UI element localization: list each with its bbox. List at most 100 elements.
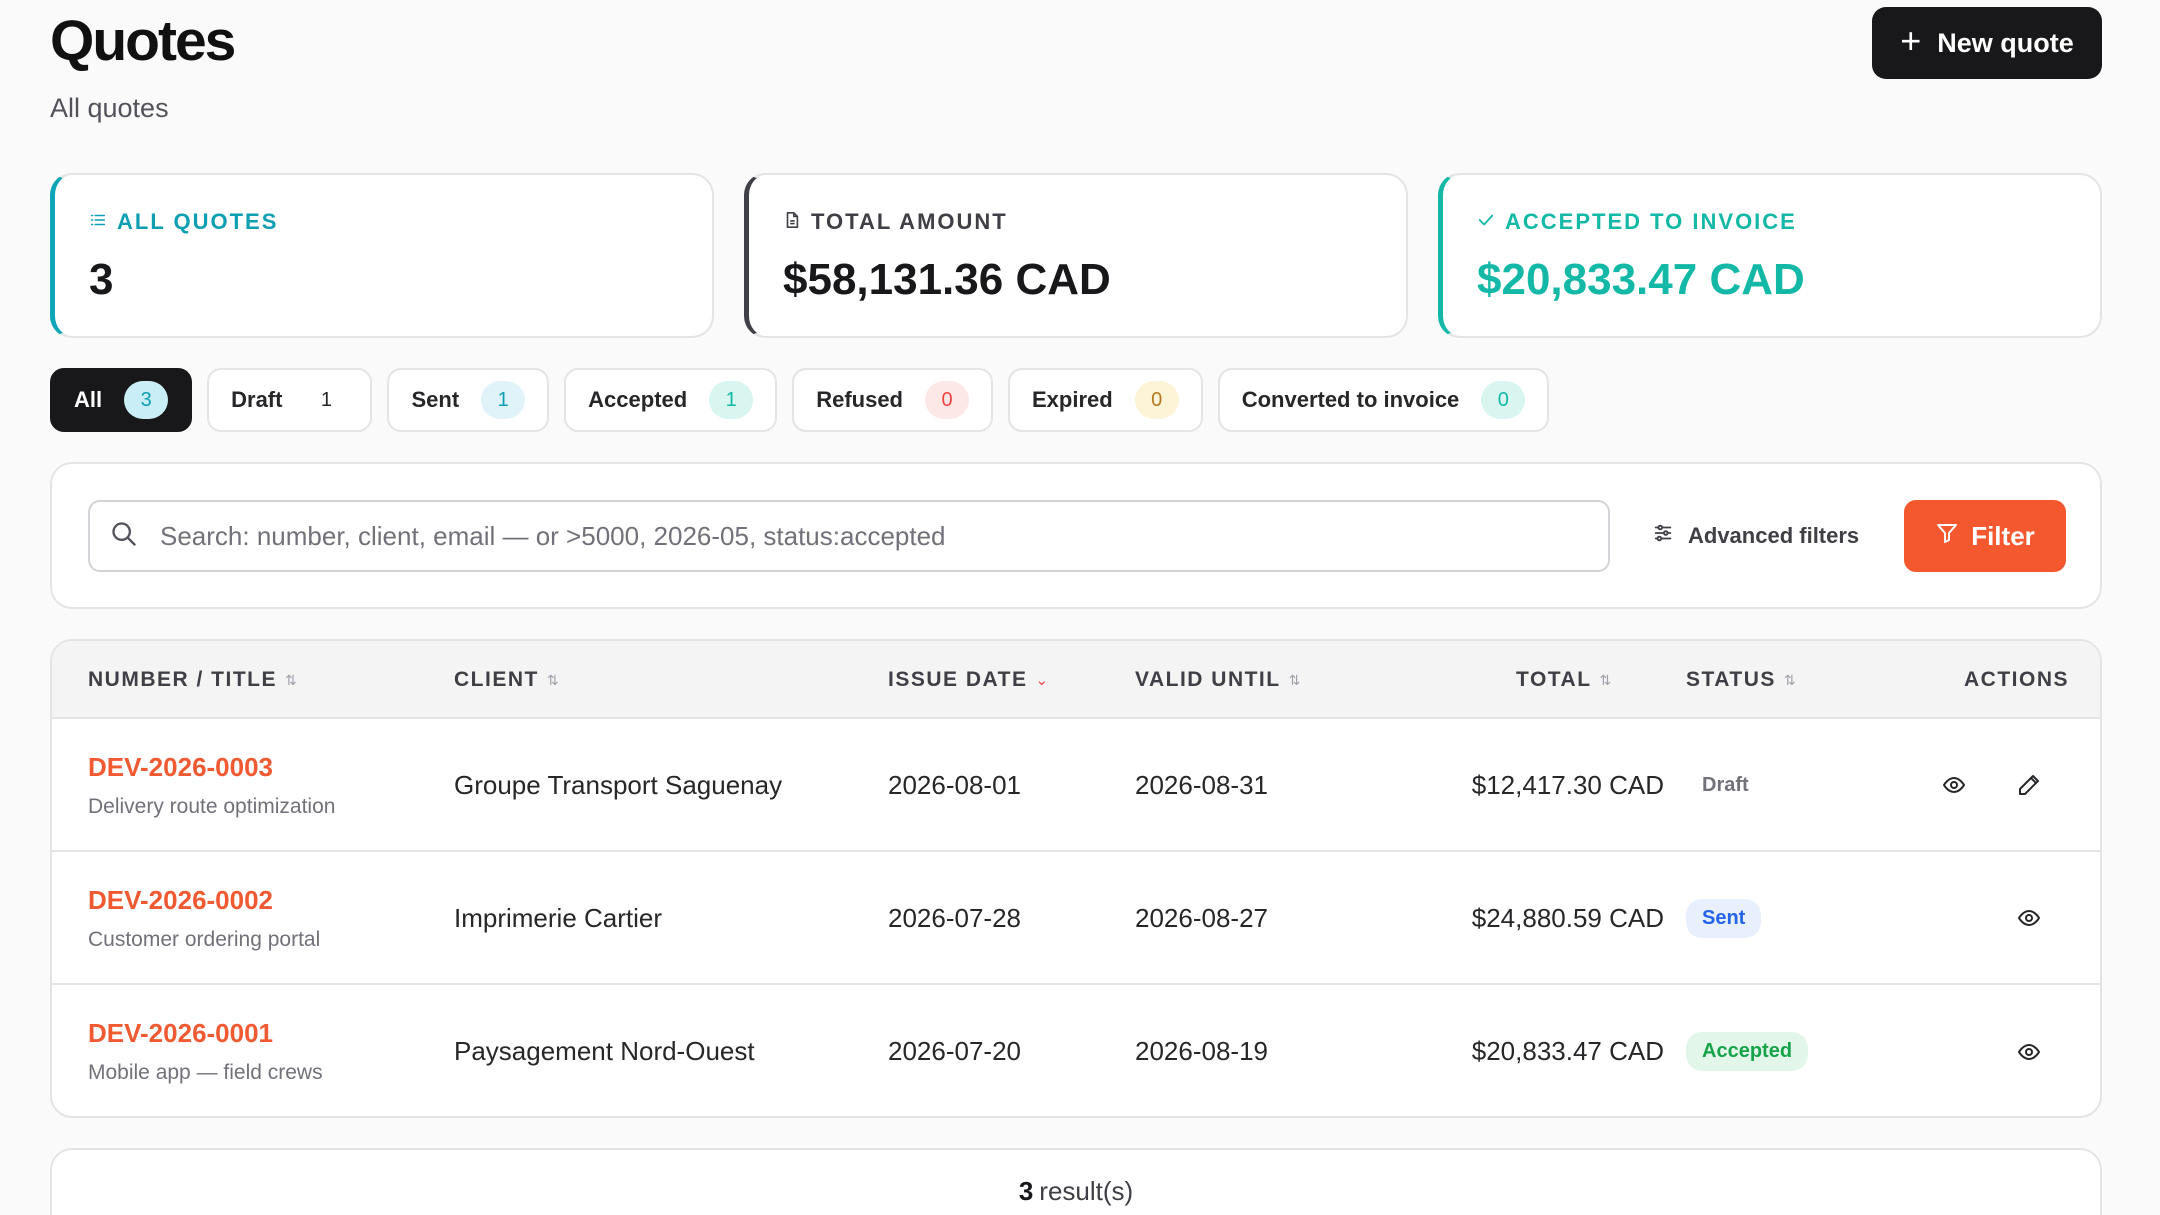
sort-icon: ⇅: [285, 671, 297, 688]
stat-value: 3: [89, 255, 114, 304]
document-icon: [783, 209, 801, 235]
table-row[interactable]: DEV-2026-0001 Mobile app — field crews P…: [52, 985, 2100, 1116]
quote-number-link[interactable]: DEV-2026-0001: [88, 1018, 323, 1049]
tab-refused[interactable]: Refused 0: [792, 368, 993, 432]
stat-value: $58,131.36 CAD: [783, 255, 1111, 304]
column-issue-date[interactable]: ISSUE DATE ⌄: [888, 641, 1048, 719]
table-row[interactable]: DEV-2026-0003 Delivery route optimizatio…: [52, 719, 2100, 852]
valid-until: 2026-08-27: [1135, 903, 1268, 933]
column-label: VALID UNTIL: [1135, 668, 1281, 691]
valid-until: 2026-08-31: [1135, 770, 1268, 800]
advanced-filters-button[interactable]: Advanced filters: [1652, 514, 1859, 558]
results-footer: 3 result(s): [50, 1148, 2102, 1215]
issue-date: 2026-08-01: [888, 770, 1021, 800]
plus-icon: +: [1900, 20, 1922, 61]
tab-count: 0: [1134, 381, 1179, 419]
funnel-icon: [1935, 521, 1959, 552]
stat-label: ACCEPTED TO INVOICE: [1505, 209, 1797, 234]
column-label: TOTAL: [1516, 668, 1592, 691]
stat-label: ALL QUOTES: [117, 209, 279, 234]
column-total[interactable]: TOTAL ⇅: [1516, 641, 1611, 719]
column-valid-until[interactable]: VALID UNTIL ⇅: [1135, 641, 1300, 719]
filter-button[interactable]: Filter: [1904, 500, 2066, 572]
quote-title: Delivery route optimization: [88, 795, 336, 818]
stats-row: ALL QUOTES 3 TOTAL AMOUNT $58,131.36 CAD: [50, 173, 2102, 338]
tab-accepted[interactable]: Accepted 1: [564, 368, 778, 432]
tab-label: Draft: [231, 387, 283, 412]
tab-label: Expired: [1032, 387, 1113, 412]
sort-icon: ⇅: [1599, 671, 1612, 688]
quote-number-link[interactable]: DEV-2026-0002: [88, 885, 320, 916]
column-label: STATUS: [1686, 668, 1776, 691]
view-icon[interactable]: [1938, 769, 1970, 801]
filter-label: Filter: [1971, 520, 2035, 551]
quote-number-link[interactable]: DEV-2026-0003: [88, 752, 335, 783]
tab-count: 1: [481, 381, 526, 419]
total-amount: $20,833.47 CAD: [1471, 1036, 1664, 1066]
sort-icon: ⇅: [546, 671, 559, 688]
stat-card-total-amount: TOTAL AMOUNT $58,131.36 CAD: [744, 173, 1408, 338]
status-badge: Sent: [1686, 899, 1762, 938]
search-panel: Advanced filters Filter: [50, 462, 2102, 609]
page-subtitle: All quotes: [50, 93, 169, 123]
stat-value: $20,833.47 CAD: [1477, 255, 1805, 304]
sliders-icon: [1652, 522, 1674, 550]
tab-count: 1: [320, 388, 333, 411]
tab-draft[interactable]: Draft 1: [207, 368, 373, 432]
tab-label: Refused: [816, 387, 903, 412]
issue-date: 2026-07-20: [888, 1036, 1021, 1066]
tab-sent[interactable]: Sent 1: [387, 368, 550, 432]
client-name: Paysagement Nord-Ouest: [454, 1036, 755, 1066]
client-name: Groupe Transport Saguenay: [454, 770, 783, 800]
page-title: Quotes: [50, 9, 236, 73]
list-icon: [89, 209, 107, 235]
sort-icon: ⇅: [1783, 671, 1796, 688]
column-label: ISSUE DATE: [888, 668, 1028, 691]
table-header: NUMBER / TITLE ⇅ CLIENT ⇅ ISSUE DATE ⌄ V…: [52, 641, 2100, 719]
tab-expired[interactable]: Expired 0: [1008, 368, 1203, 432]
search-icon: [110, 520, 138, 553]
issue-date: 2026-07-28: [888, 903, 1021, 933]
stat-card-accepted-to-invoice: ACCEPTED TO INVOICE $20,833.47 CAD: [1438, 173, 2102, 338]
table-row[interactable]: DEV-2026-0002 Customer ordering portal I…: [52, 852, 2100, 985]
column-number-title[interactable]: NUMBER / TITLE ⇅: [88, 641, 297, 719]
view-icon[interactable]: [2013, 902, 2045, 934]
quote-title: Mobile app — field crews: [88, 1061, 323, 1084]
quote-title: Customer ordering portal: [88, 928, 321, 951]
results-count: 3: [1018, 1176, 1034, 1206]
status-badge: Draft: [1702, 774, 1749, 796]
total-amount: $12,417.30 CAD: [1471, 770, 1664, 800]
quotes-page: Quotes All quotes + New quote ALL QUOTES…: [0, 0, 2160, 1215]
column-status[interactable]: STATUS ⇅: [1686, 641, 1796, 719]
new-quote-button[interactable]: + New quote: [1872, 7, 2102, 79]
total-amount: $24,880.59 CAD: [1471, 903, 1664, 933]
tab-label: Sent: [411, 387, 460, 412]
column-label: ACTIONS: [1964, 668, 2069, 691]
tab-count: 0: [1481, 381, 1526, 419]
tab-all[interactable]: All 3: [50, 368, 193, 432]
tab-label: Converted to invoice: [1241, 387, 1460, 412]
stat-card-all-quotes: ALL QUOTES 3: [50, 173, 714, 338]
status-badge: Accepted: [1686, 1032, 1809, 1071]
chevron-down-icon: ⌄: [1035, 672, 1049, 689]
tab-count: 3: [124, 381, 169, 419]
advanced-filters-label: Advanced filters: [1688, 523, 1860, 548]
column-label: NUMBER / TITLE: [88, 668, 277, 691]
search-input[interactable]: [160, 520, 1560, 552]
column-actions: ACTIONS: [1964, 641, 2069, 719]
view-icon[interactable]: [2013, 1036, 2045, 1068]
quotes-table: NUMBER / TITLE ⇅ CLIENT ⇅ ISSUE DATE ⌄ V…: [50, 639, 2102, 1118]
tab-converted-to-invoice[interactable]: Converted to invoice 0: [1217, 368, 1550, 432]
status-tabs: All 3 Draft 1 Sent 1 Accepted 1 Refused …: [50, 368, 1550, 432]
results-suffix: result(s): [1039, 1176, 1134, 1206]
check-icon: [1477, 209, 1495, 235]
stat-label: TOTAL AMOUNT: [811, 209, 1008, 234]
column-label: CLIENT: [454, 668, 539, 691]
new-quote-label: New quote: [1937, 27, 2074, 58]
client-name: Imprimerie Cartier: [454, 903, 663, 933]
column-client[interactable]: CLIENT ⇅: [454, 641, 559, 719]
edit-icon[interactable]: [2013, 769, 2045, 801]
tab-count: 1: [709, 381, 754, 419]
search-box[interactable]: [88, 500, 1610, 572]
tab-label: All: [74, 387, 103, 412]
